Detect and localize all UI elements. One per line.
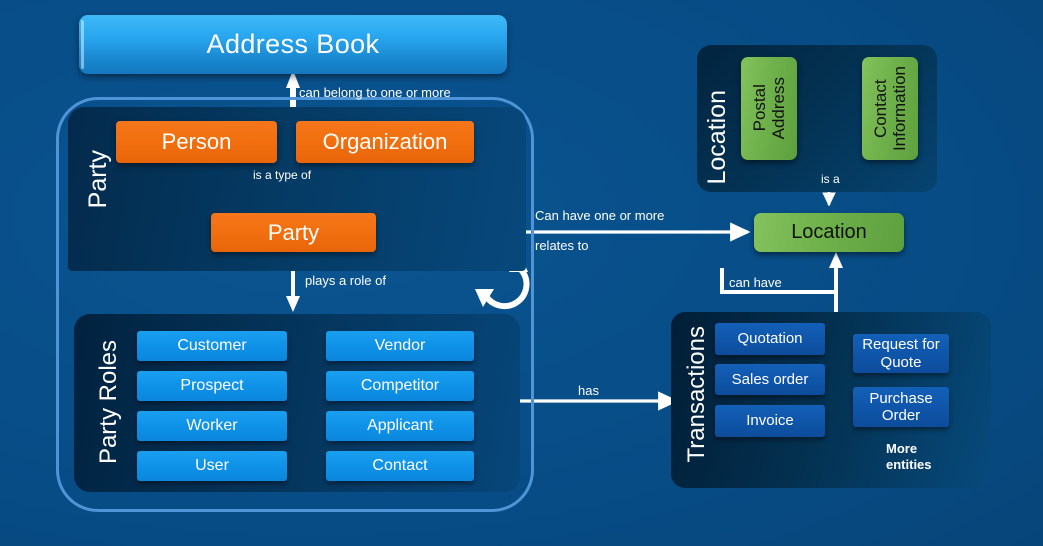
edge-label-can-have-one-or-more: Can have one or more — [535, 208, 665, 223]
role-applicant[interactable]: Applicant — [326, 411, 474, 441]
edge-label-is-a-type-of: is a type of — [253, 168, 312, 182]
entity-organization[interactable]: Organization — [296, 121, 474, 163]
entity-quotation[interactable]: Quotation — [715, 323, 825, 355]
entity-location[interactable]: Location — [754, 213, 904, 252]
entity-party-label: Party — [267, 219, 320, 245]
more-entities-label: More entities — [886, 441, 932, 472]
role-user-label: User — [195, 457, 229, 474]
role-prospect-label: Prospect — [180, 377, 244, 394]
edge-label-plays-a-role-of: plays a role of — [305, 273, 386, 288]
role-worker[interactable]: Worker — [137, 411, 287, 441]
role-user[interactable]: User — [137, 451, 287, 481]
entity-purchase-order[interactable]: Purchase Order — [853, 387, 949, 427]
diagram-canvas: Address Book Party Person Organization P… — [0, 0, 1043, 546]
entity-invoice[interactable]: Invoice — [715, 405, 825, 437]
entity-request-for-quote-label: Request for Quote — [862, 336, 940, 371]
role-applicant-label: Applicant — [367, 417, 433, 434]
role-vendor[interactable]: Vendor — [326, 331, 474, 361]
role-competitor[interactable]: Competitor — [326, 371, 474, 401]
edge-label-can-have: can have — [729, 275, 782, 290]
transactions-label: Transactions — [683, 326, 710, 463]
party-roles-label: Party Roles — [95, 340, 122, 465]
entity-sales-order-label: Sales order — [731, 370, 809, 388]
entity-person-label: Person — [161, 129, 232, 154]
role-worker-label: Worker — [186, 417, 238, 434]
role-prospect[interactable]: Prospect — [137, 371, 287, 401]
role-customer-label: Customer — [177, 337, 247, 354]
role-customer[interactable]: Customer — [137, 331, 287, 361]
edge-label-is-a: is a — [821, 172, 840, 186]
location-group-label: Location — [703, 90, 731, 185]
entity-purchase-order-label: Purchase Order — [869, 389, 933, 424]
address-book-entity[interactable]: Address Book — [79, 15, 507, 74]
entity-organization-label: Organization — [322, 129, 448, 154]
entity-contact-information[interactable]: Contact Information — [862, 57, 918, 160]
entity-sales-order[interactable]: Sales order — [715, 364, 825, 395]
entity-contact-information-label: Contact Information — [870, 65, 909, 152]
entity-request-for-quote[interactable]: Request for Quote — [853, 334, 949, 373]
entity-postal-address[interactable]: Postal Address — [741, 57, 797, 160]
entity-invoice-label: Invoice — [746, 412, 794, 430]
edge-label-relates-to: relates to — [535, 238, 589, 253]
entity-person[interactable]: Person — [116, 121, 277, 163]
entity-postal-address-label: Postal Address — [749, 77, 788, 140]
party-group-label: Party — [84, 150, 112, 209]
edge-label-can-belong: can belong to one or more — [299, 85, 451, 100]
edge-label-has: has — [578, 383, 599, 398]
role-contact[interactable]: Contact — [326, 451, 474, 481]
role-contact-label: Contact — [372, 457, 428, 474]
entity-party[interactable]: Party — [211, 213, 376, 252]
entity-quotation-label: Quotation — [737, 330, 803, 348]
entity-location-label: Location — [791, 221, 867, 243]
role-competitor-label: Competitor — [360, 377, 440, 394]
address-book-label: Address Book — [206, 29, 380, 59]
role-vendor-label: Vendor — [374, 337, 426, 354]
